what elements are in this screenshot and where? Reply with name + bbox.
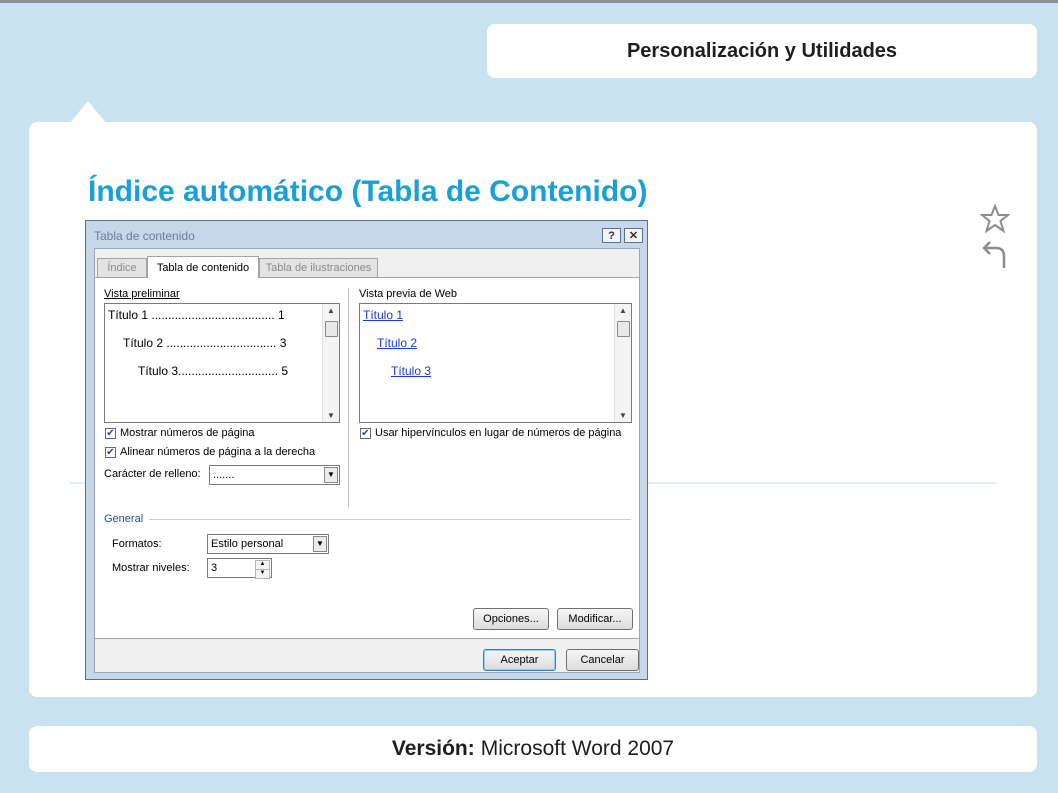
toc-dialog: Tabla de contenido ? ✕ Índice Tabla de c… — [85, 220, 648, 680]
footer-bar: Versión: Microsoft Word 2007 — [29, 726, 1037, 772]
general-group-label: General — [104, 513, 144, 525]
use-hyperlinks-label: Usar hipervínculos en lugar de números d… — [375, 427, 622, 439]
web-link[interactable]: Título 3 — [391, 364, 431, 378]
scroll-down-icon[interactable]: ▼ — [615, 411, 631, 420]
checkmark-icon: ✔ — [361, 427, 370, 439]
close-icon: ✕ — [628, 230, 639, 242]
return-arrow-icon[interactable] — [980, 238, 1010, 270]
tab-leader-select[interactable]: ....... ▼ — [209, 465, 340, 485]
tab-toc-label: Tabla de contenido — [156, 261, 250, 274]
scroll-thumb[interactable] — [325, 321, 338, 337]
print-preview-scrollbar[interactable]: ▲ ▼ — [322, 304, 339, 422]
scroll-thumb[interactable] — [617, 321, 630, 337]
web-link[interactable]: Título 2 — [377, 336, 417, 350]
checkmark-icon: ✔ — [106, 427, 115, 439]
web-preview-box: Título 1 Título 2 Título 3 ▲ ▼ — [359, 303, 632, 423]
right-align-label: Alinear números de página a la derecha — [120, 446, 316, 458]
scroll-up-icon[interactable]: ▲ — [323, 306, 339, 315]
help-button[interactable]: ? — [602, 228, 621, 243]
tab-panel: Vista preliminar Título 1 ..............… — [95, 277, 639, 639]
tab-index[interactable]: Índice — [97, 258, 147, 277]
modify-button[interactable]: Modificar... — [557, 608, 633, 630]
show-levels-stepper[interactable]: 3 ▲ ▼ — [207, 558, 272, 579]
formats-select[interactable]: Estilo personal ▼ — [207, 534, 329, 554]
general-group-line — [149, 519, 631, 520]
toc-line: Título 1 ...............................… — [108, 308, 285, 322]
show-levels-label: Mostrar niveles: — [112, 562, 190, 574]
web-preview-scrollbar[interactable]: ▲ ▼ — [614, 304, 631, 422]
formats-label: Formatos: — [112, 538, 162, 550]
section-title: Personalización y Utilidades — [626, 39, 898, 62]
dropdown-arrow-icon[interactable]: ▼ — [324, 467, 338, 483]
tab-table-of-contents[interactable]: Tabla de contenido — [147, 256, 259, 278]
section-header: Personalización y Utilidades — [487, 24, 1037, 78]
scroll-up-icon[interactable]: ▲ — [615, 306, 631, 315]
decrement-icon[interactable]: ▼ — [255, 569, 270, 579]
version-label: Versión: — [391, 737, 475, 760]
close-button[interactable]: ✕ — [624, 228, 643, 243]
dialog-title: Tabla de contenido — [94, 229, 195, 243]
scroll-down-icon[interactable]: ▼ — [323, 411, 339, 420]
print-preview-box: Título 1 ...............................… — [104, 303, 340, 423]
use-hyperlinks-checkbox[interactable]: ✔ — [360, 428, 371, 439]
cancel-button[interactable]: Cancelar — [566, 649, 639, 671]
options-button[interactable]: Opciones... — [473, 608, 549, 630]
star-icon[interactable] — [980, 203, 1010, 235]
tab-index-label: Índice — [107, 262, 137, 274]
show-page-numbers-checkbox[interactable]: ✔ — [105, 428, 116, 439]
top-border — [0, 0, 1058, 3]
right-align-checkbox[interactable]: ✔ — [105, 447, 116, 458]
card-pointer — [70, 101, 106, 123]
column-separator — [348, 288, 349, 508]
show-levels-value: 3 — [211, 562, 218, 574]
tab-table-of-figures[interactable]: Tabla de ilustraciones — [259, 258, 378, 277]
formats-value: Estilo personal — [211, 538, 284, 550]
slide-title: Índice automático (Tabla de Contenido) — [88, 175, 648, 208]
toc-line: Título 3.............................. 5 — [138, 364, 289, 378]
tab-leader-label: Carácter de relleno: — [104, 468, 201, 480]
toc-line: Título 2 ...............................… — [123, 336, 287, 350]
tab-leader-value: ....... — [213, 469, 235, 481]
web-link[interactable]: Título 1 — [363, 308, 403, 322]
show-page-numbers-label: Mostrar números de página — [120, 427, 255, 439]
checkmark-icon: ✔ — [106, 446, 115, 458]
web-preview-label: Vista previa de Web — [359, 288, 458, 300]
ok-button[interactable]: Aceptar — [483, 649, 556, 671]
tab-figures-label: Tabla de ilustraciones — [265, 262, 372, 274]
dialog-body: Índice Tabla de contenido Tabla de ilust… — [94, 248, 640, 673]
version-value: Microsoft Word 2007 — [480, 737, 675, 760]
dropdown-arrow-icon[interactable]: ▼ — [313, 536, 327, 552]
print-preview-label: Vista preliminar — [104, 288, 180, 300]
